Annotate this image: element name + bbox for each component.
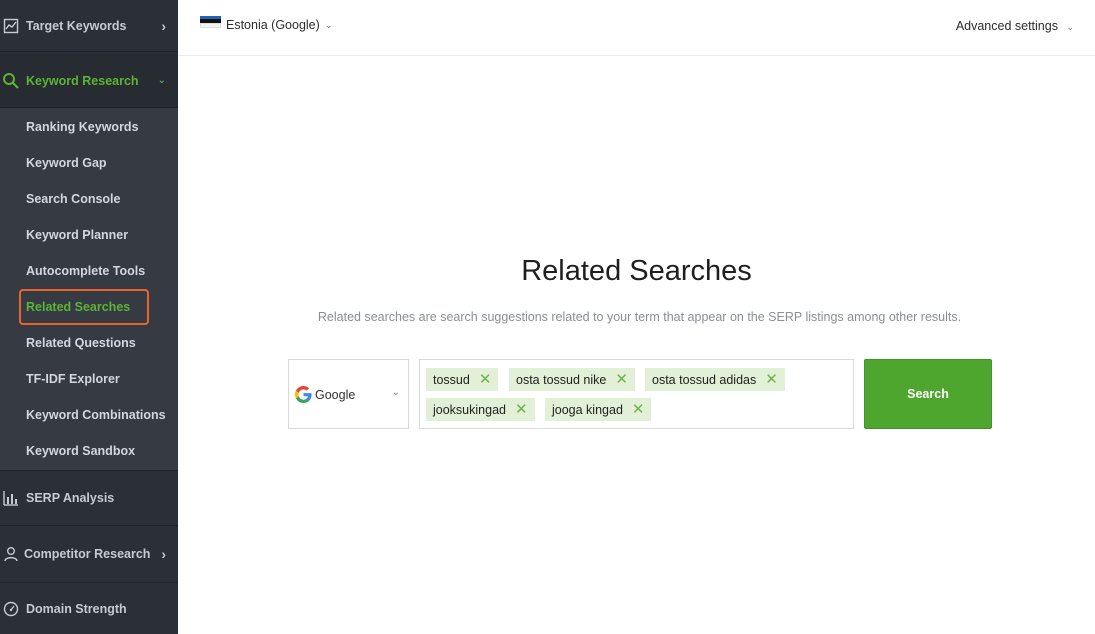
keyword-tag-label: tossud bbox=[433, 372, 470, 387]
remove-tag-icon[interactable]: ✕ bbox=[479, 372, 492, 387]
active-item-highlight bbox=[19, 289, 149, 325]
sidebar-item-keyword-gap[interactable]: Keyword Gap bbox=[26, 156, 107, 170]
sidebar-section-label: Target Keywords bbox=[26, 18, 127, 33]
remove-tag-icon[interactable]: ✕ bbox=[615, 372, 628, 387]
sidebar-section-label: Keyword Research bbox=[26, 73, 139, 88]
sidebar: Target Keywords › Keyword Research ⌄ Ran… bbox=[0, 0, 178, 634]
bar-chart-icon bbox=[2, 489, 20, 507]
chevron-down-icon: ⌄ bbox=[157, 75, 166, 86]
sidebar-section-label: Competitor Research bbox=[24, 547, 151, 561]
advanced-settings-label: Advanced settings bbox=[955, 19, 1058, 33]
gauge-icon bbox=[2, 600, 20, 618]
keyword-tag: tossud ✕ bbox=[426, 368, 499, 391]
sidebar-section-serp-analysis[interactable]: SERP Analysis bbox=[0, 470, 178, 526]
keyword-tags-input[interactable]: tossud ✕ osta tossud nike ✕ osta tossud ad… bbox=[419, 359, 854, 429]
sidebar-item-keyword-sandbox[interactable]: Keyword Sandbox bbox=[26, 444, 135, 458]
sidebar-section-target-keywords[interactable]: Target Keywords › bbox=[0, 0, 178, 52]
country-label: Estonia (Google) bbox=[226, 18, 320, 32]
search-button[interactable]: Search bbox=[864, 359, 992, 429]
sidebar-item-tf-idf-explorer[interactable]: TF-IDF Explorer bbox=[26, 372, 120, 386]
sidebar-item-search-console[interactable]: Search Console bbox=[26, 192, 120, 206]
page-title: Related Searches bbox=[521, 255, 752, 287]
remove-tag-icon[interactable]: ✕ bbox=[515, 402, 528, 417]
keyword-tag: osta tossud adidas ✕ bbox=[645, 368, 785, 391]
user-icon bbox=[2, 545, 20, 563]
sidebar-section-competitor-research[interactable]: Competitor Research › bbox=[0, 526, 178, 583]
page-description: Related searches are search suggestions … bbox=[317, 310, 962, 324]
chevron-down-icon: ⌄ bbox=[391, 387, 400, 398]
keyword-tag-label: jooga kingad bbox=[552, 402, 623, 417]
sidebar-item-keyword-combinations[interactable]: Keyword Combinations bbox=[26, 408, 166, 422]
estonia-flag-icon bbox=[200, 16, 221, 28]
country-selector[interactable]: Estonia (Google) ⌄ bbox=[200, 16, 333, 32]
sidebar-item-autocomplete-tools[interactable]: Autocomplete Tools bbox=[26, 264, 145, 278]
advanced-settings-button[interactable]: Advanced settings ⌄ bbox=[956, 19, 1074, 33]
chevron-right-icon: › bbox=[161, 17, 166, 34]
sidebar-item-ranking-keywords[interactable]: Ranking Keywords bbox=[26, 120, 139, 134]
chevron-down-icon: ⌄ bbox=[1066, 22, 1074, 32]
sidebar-section-keyword-research[interactable]: Keyword Research ⌄ bbox=[0, 54, 178, 108]
google-logo-icon bbox=[295, 386, 312, 403]
search-icon bbox=[2, 72, 20, 90]
keyword-tag: jooga kingad ✕ bbox=[545, 398, 652, 421]
keyword-tag-label: osta tossud adidas bbox=[652, 372, 757, 387]
sidebar-item-related-questions[interactable]: Related Questions bbox=[26, 336, 136, 350]
remove-tag-icon[interactable]: ✕ bbox=[765, 372, 778, 387]
search-engine-select[interactable]: Google ⌄ bbox=[288, 359, 409, 429]
search-engine-label: Google bbox=[315, 388, 356, 402]
remove-tag-icon[interactable]: ✕ bbox=[632, 402, 645, 417]
sidebar-section-label: SERP Analysis bbox=[26, 491, 115, 505]
chevron-down-icon: ⌄ bbox=[324, 19, 333, 30]
keyword-tag-label: jooksukingad bbox=[433, 402, 506, 417]
sidebar-section-domain-strength[interactable]: Domain Strength bbox=[0, 583, 178, 634]
sidebar-section-label: Domain Strength bbox=[26, 601, 127, 616]
keyword-tag-label: osta tossud nike bbox=[516, 372, 607, 387]
top-bar: Estonia (Google) ⌄ Advanced settings ⌄ bbox=[178, 0, 1095, 56]
keyword-tag: jooksukingad ✕ bbox=[426, 398, 535, 421]
chevron-right-icon: › bbox=[161, 546, 166, 562]
line-chart-icon bbox=[2, 17, 20, 35]
keyword-tag: osta tossud nike ✕ bbox=[509, 368, 635, 391]
sidebar-item-keyword-planner[interactable]: Keyword Planner bbox=[26, 228, 128, 242]
